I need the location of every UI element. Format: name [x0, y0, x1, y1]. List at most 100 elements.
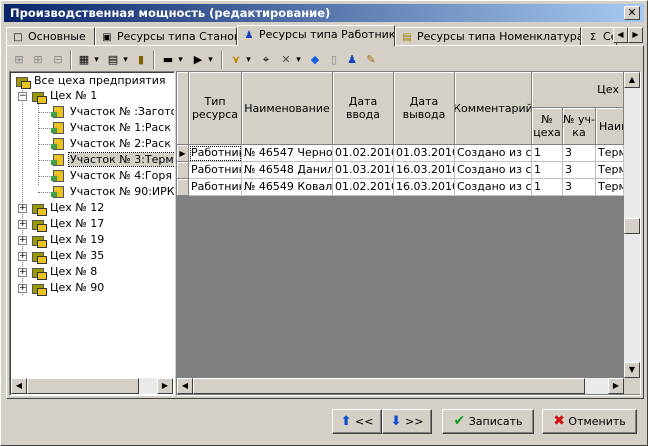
tree-item-site-0[interactable]: Участок № :Загото — [50, 104, 174, 120]
cell-shop-no[interactable]: 1 — [532, 145, 563, 162]
header-date-in[interactable]: Дата ввода — [333, 72, 394, 145]
cell-site-name[interactable]: Терм — [596, 179, 624, 196]
cell-date-in[interactable]: 01.02.2010 — [333, 145, 394, 162]
tree-item-site-4[interactable]: Участок № 4:Горя — [50, 168, 173, 184]
header-type[interactable]: Тип ресурса — [189, 72, 242, 145]
tree-item-site-1[interactable]: Участок № 1:Раск — [50, 120, 172, 136]
view-icon[interactable]: ▦ — [76, 51, 92, 69]
scroll-left-icon[interactable]: ◀ — [11, 378, 27, 394]
view-dropdown-icon[interactable]: ▾ — [92, 51, 101, 69]
tools-dropdown-icon[interactable]: ▾ — [294, 51, 303, 69]
edit-icon[interactable]: ✎ — [363, 51, 379, 69]
shop-tree[interactable]: Все цеха предприятия − Цех № 1 Участок №… — [9, 71, 175, 396]
expand-icon[interactable]: + — [18, 284, 27, 293]
cell-date-in[interactable]: 01.02.2010 — [333, 179, 394, 196]
collapse-icon[interactable]: − — [18, 92, 27, 101]
header-group-shop[interactable]: Цех — [532, 72, 624, 108]
cell-name[interactable]: № 46549 Ковальч — [242, 179, 333, 196]
header-date-out[interactable]: Дата вывода — [394, 72, 455, 145]
prev-record-button[interactable]: ⬆ << — [332, 409, 382, 434]
close-icon[interactable]: ✕ — [624, 6, 640, 20]
cell-name[interactable]: № 46547 Чернов — [242, 145, 333, 162]
expand-icon[interactable]: + — [18, 252, 27, 261]
header-site-name[interactable]: Наим — [596, 108, 624, 145]
tab-general[interactable]: □ Основные — [6, 27, 95, 46]
cell-comment[interactable]: Создано из сг — [455, 162, 532, 179]
tree-item-shop-35[interactable]: Цех № 35 — [30, 248, 105, 264]
expand-icon[interactable]: + — [18, 220, 27, 229]
person-icon[interactable]: ♟ — [344, 51, 360, 69]
tree-item-shop-17[interactable]: Цех № 17 — [30, 216, 105, 232]
cell-shop-no[interactable]: 1 — [532, 162, 563, 179]
cell-date-out[interactable]: 16.03.2010 — [394, 162, 455, 179]
filter-dropdown-icon[interactable]: ▾ — [244, 51, 253, 69]
record-icon[interactable]: ▮ — [133, 51, 149, 69]
scroll-right-icon[interactable]: ▶ — [157, 378, 173, 394]
expand-icon[interactable]: + — [18, 268, 27, 277]
expand-icon[interactable]: + — [18, 236, 27, 245]
add-child-node-icon[interactable]: ⊞ — [30, 51, 46, 69]
tab-se[interactable]: Σ Се — [581, 27, 617, 46]
row-indicator[interactable] — [177, 162, 189, 179]
header-site-no[interactable]: № уч-ка — [563, 108, 596, 145]
filter-icon[interactable]: ⋎ — [228, 51, 244, 69]
binoculars-icon[interactable]: ⌖ — [258, 51, 274, 69]
cell-type[interactable]: Работник — [189, 179, 242, 196]
tree-item-site-3[interactable]: Участок № 3:Терм — [50, 152, 174, 168]
tree-root[interactable]: Все цеха предприятия — [14, 73, 167, 89]
cell-type[interactable]: Работник — [189, 145, 242, 162]
header-shop-no[interactable]: № цеха — [532, 108, 563, 145]
cell-site-no[interactable]: 3 — [563, 179, 596, 196]
print-dropdown-icon[interactable]: ▾ — [176, 51, 185, 69]
resources-grid[interactable]: Тип ресурса Наименование Дата ввода Дата… — [176, 71, 641, 396]
tab-nomenclature-resources[interactable]: ▤ Ресурсы типа Номенклатура — [395, 27, 581, 46]
tree-item-site-2[interactable]: Участок № 2:Раск — [50, 136, 172, 152]
expand-icon[interactable]: + — [18, 204, 27, 213]
play-dropdown-icon[interactable]: ▾ — [206, 51, 215, 69]
scroll-right-icon[interactable]: ▶ — [608, 378, 624, 394]
row-indicator[interactable] — [177, 179, 189, 196]
tab-scroll-right-icon[interactable]: ▶ — [628, 27, 643, 43]
cell-site-name[interactable]: Терм — [596, 162, 624, 179]
tree-horizontal-scrollbar[interactable]: ◀ ▶ — [11, 378, 173, 394]
page-icon[interactable]: ▯ — [326, 51, 342, 69]
scroll-up-icon[interactable]: ▲ — [624, 72, 640, 88]
document-icon[interactable]: ▤ — [105, 51, 121, 69]
tools-icon[interactable]: ✕ — [278, 51, 294, 69]
cell-date-out[interactable]: 01.03.2010 — [394, 145, 455, 162]
scroll-down-icon[interactable]: ▼ — [624, 362, 640, 378]
add-node-icon[interactable]: ⊞ — [11, 51, 27, 69]
copy-node-icon[interactable]: ⊟ — [50, 51, 66, 69]
grid-horizontal-scrollbar[interactable]: ◀ ▶ — [177, 378, 624, 394]
header-comment[interactable]: Комментарий — [455, 72, 532, 145]
scroll-left-icon[interactable]: ◀ — [177, 378, 193, 394]
cell-site-no[interactable]: 3 — [563, 162, 596, 179]
header-name[interactable]: Наименование — [242, 72, 333, 145]
scroll-thumb[interactable] — [193, 378, 585, 394]
cell-comment[interactable]: Создано из сг — [455, 179, 532, 196]
cell-site-name[interactable]: Терм — [596, 145, 624, 162]
cell-comment[interactable]: Создано из сг — [455, 145, 532, 162]
play-icon[interactable]: ▶ — [190, 51, 206, 69]
tree-item-shop-19[interactable]: Цех № 19 — [30, 232, 105, 248]
cell-date-in[interactable]: 01.03.2010 — [333, 162, 394, 179]
tree-item-shop-12[interactable]: Цех № 12 — [30, 200, 105, 216]
cell-name[interactable]: № 46548 Данило — [242, 162, 333, 179]
grid-vertical-scrollbar[interactable]: ▲ ▼ — [624, 72, 640, 378]
row-pointer-icon[interactable]: ▶ — [177, 145, 189, 162]
cell-type[interactable]: Работник — [189, 162, 242, 179]
tab-worker-resources[interactable]: ♟ Ресурсы типа Работник — [237, 25, 395, 46]
cell-site-no[interactable]: 3 — [563, 145, 596, 162]
cell-date-out[interactable]: 16.03.2010 — [394, 179, 455, 196]
tree-item-site-90[interactable]: Участок № 90:ИРК — [50, 184, 174, 200]
tree-item-shop-1[interactable]: Цех № 1 — [30, 88, 98, 104]
document-dropdown-icon[interactable]: ▾ — [121, 51, 130, 69]
next-record-button[interactable]: ⬇ >> — [382, 409, 432, 434]
cell-shop-no[interactable]: 1 — [532, 179, 563, 196]
print-icon[interactable]: ▬ — [160, 51, 176, 69]
tree-item-shop-8[interactable]: Цех № 8 — [30, 264, 98, 280]
scroll-thumb[interactable] — [27, 378, 139, 394]
info-icon[interactable]: ◆ — [307, 51, 323, 69]
tree-item-shop-90[interactable]: Цех № 90 — [30, 280, 105, 296]
save-button[interactable]: ✔ Записать — [442, 409, 534, 434]
